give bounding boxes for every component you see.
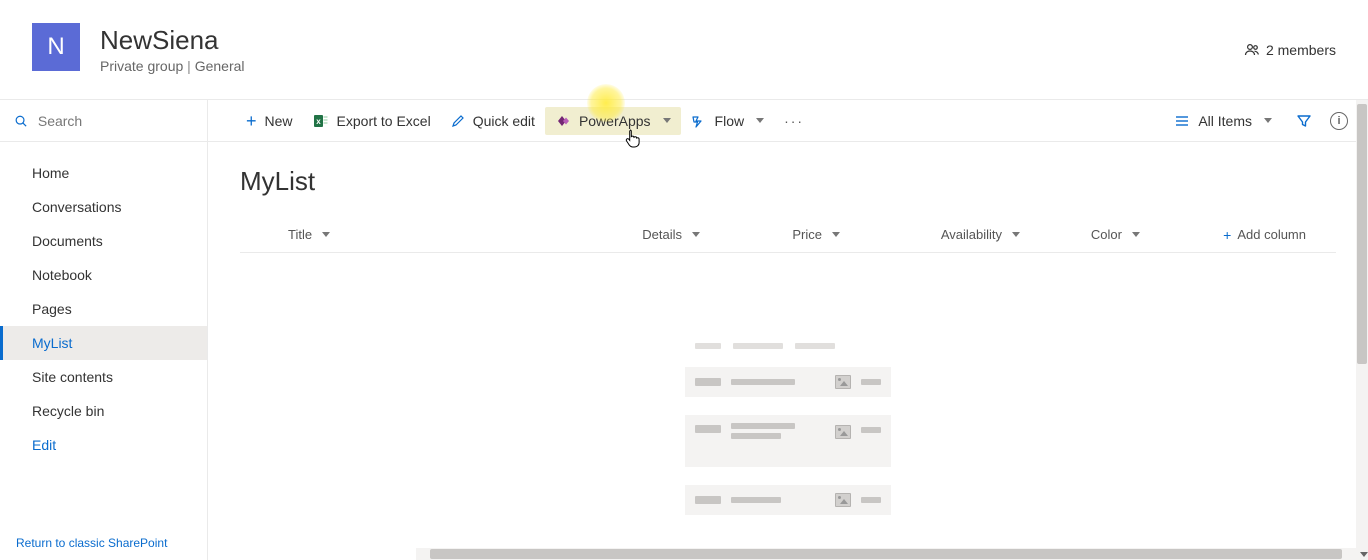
- column-header-availability[interactable]: Availability: [840, 227, 1020, 242]
- skeleton-ghost-header: [685, 343, 891, 349]
- site-logo-letter: N: [47, 33, 64, 61]
- skeleton-card: [685, 415, 891, 467]
- column-header-title[interactable]: Title: [240, 227, 540, 242]
- flow-icon: [691, 113, 707, 129]
- return-classic-link[interactable]: Return to classic SharePoint: [0, 526, 207, 560]
- view-label: All Items: [1198, 113, 1252, 129]
- nav-item-mylist[interactable]: MyList: [0, 326, 207, 360]
- new-label: New: [265, 113, 293, 129]
- list-content: MyList Title Details Price Availability: [208, 142, 1368, 560]
- column-header-color[interactable]: Color: [1020, 227, 1140, 242]
- main-area: + New x Export to Excel Quick edit: [208, 100, 1368, 560]
- chevron-down-icon: [692, 232, 700, 237]
- site-logo[interactable]: N: [32, 23, 80, 71]
- group-classification: General: [195, 58, 245, 74]
- command-bar: + New x Export to Excel Quick edit: [208, 100, 1368, 142]
- column-header-details[interactable]: Details: [540, 227, 700, 242]
- horizontal-scrollbar[interactable]: [416, 548, 1356, 560]
- list-title: MyList: [240, 166, 1336, 197]
- skeleton-card: [685, 367, 891, 397]
- site-subtitle: Private group | General: [100, 58, 1244, 74]
- quick-edit-label: Quick edit: [473, 113, 535, 129]
- info-icon[interactable]: i: [1330, 112, 1348, 130]
- site-header: N NewSiena Private group | General 2 mem…: [0, 0, 1368, 100]
- chevron-down-icon: [1132, 232, 1140, 237]
- column-header-row: Title Details Price Availability Color: [240, 217, 1336, 253]
- filter-icon[interactable]: [1296, 113, 1312, 129]
- quick-edit-button[interactable]: Quick edit: [441, 107, 545, 135]
- col-label: Color: [1091, 227, 1122, 242]
- chevron-down-icon: [322, 232, 330, 237]
- members-link[interactable]: 2 members: [1244, 42, 1336, 58]
- search-icon: [14, 113, 28, 129]
- site-metadata: NewSiena Private group | General: [100, 25, 1244, 74]
- site-title[interactable]: NewSiena: [100, 25, 1244, 56]
- chevron-down-icon: [1264, 118, 1272, 123]
- add-column-button[interactable]: + Add column: [1140, 227, 1336, 242]
- chevron-down-icon: [832, 232, 840, 237]
- powerapps-button[interactable]: PowerApps: [545, 107, 681, 135]
- column-header-price[interactable]: Price: [700, 227, 840, 242]
- nav-item-conversations[interactable]: Conversations: [0, 190, 207, 224]
- nav-item-notebook[interactable]: Notebook: [0, 258, 207, 292]
- powerapps-label: PowerApps: [579, 113, 651, 129]
- people-icon: [1244, 42, 1260, 58]
- svg-text:x: x: [316, 117, 321, 126]
- pipe-divider: |: [187, 58, 195, 74]
- nav-item-recycle-bin[interactable]: Recycle bin: [0, 394, 207, 428]
- nav-list: Home Conversations Documents Notebook Pa…: [0, 142, 207, 526]
- chevron-down-icon: [756, 118, 764, 123]
- excel-icon: x: [313, 113, 329, 129]
- pencil-icon: [451, 114, 465, 128]
- plus-icon: +: [246, 112, 257, 130]
- new-button[interactable]: + New: [236, 106, 303, 136]
- scrollbar-thumb[interactable]: [1357, 104, 1367, 364]
- ellipsis-icon: ···: [784, 113, 804, 129]
- flow-label: Flow: [715, 113, 745, 129]
- flow-button[interactable]: Flow: [681, 107, 775, 135]
- nav-item-site-contents[interactable]: Site contents: [0, 360, 207, 394]
- col-label: Title: [288, 227, 312, 242]
- add-column-label: Add column: [1237, 227, 1306, 242]
- search-box[interactable]: [0, 100, 207, 142]
- nav-item-documents[interactable]: Documents: [0, 224, 207, 258]
- nav-item-pages[interactable]: Pages: [0, 292, 207, 326]
- col-label: Availability: [941, 227, 1002, 242]
- search-input[interactable]: [38, 113, 193, 129]
- list-view-icon: [1174, 113, 1190, 129]
- scrollbar-thumb[interactable]: [430, 549, 1342, 559]
- empty-list-illustration: [240, 343, 1336, 515]
- chevron-down-icon: [1012, 232, 1020, 237]
- col-label: Details: [642, 227, 682, 242]
- export-excel-button[interactable]: x Export to Excel: [303, 107, 441, 135]
- nav-item-home[interactable]: Home: [0, 156, 207, 190]
- view-dropdown[interactable]: All Items: [1168, 109, 1278, 133]
- chevron-down-icon: [663, 118, 671, 123]
- vertical-scrollbar[interactable]: [1356, 100, 1368, 560]
- left-navigation: Home Conversations Documents Notebook Pa…: [0, 100, 208, 560]
- scroll-down-arrow[interactable]: [1356, 548, 1368, 560]
- more-commands-button[interactable]: ···: [774, 107, 814, 135]
- skeleton-card: [685, 485, 891, 515]
- group-privacy: Private group: [100, 58, 183, 74]
- export-label: Export to Excel: [337, 113, 431, 129]
- nav-item-edit[interactable]: Edit: [0, 428, 207, 462]
- plus-icon: +: [1223, 228, 1231, 242]
- col-label: Price: [792, 227, 822, 242]
- members-label: 2 members: [1266, 42, 1336, 58]
- powerapps-icon: [555, 113, 571, 129]
